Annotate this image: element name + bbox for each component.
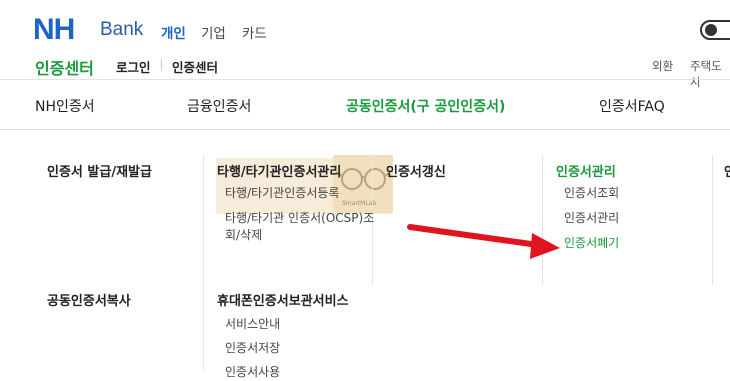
menu-phone-cert-storage[interactable]: 휴대폰인증서보관서비스 [217,290,349,309]
mode-toggle[interactable] [700,20,730,40]
menu-other-bank-ocsp-cont[interactable]: 회/삭제 [225,226,262,244]
menu-issue-reissue[interactable]: 인증서 발급/재발급 [47,161,152,180]
nav-business[interactable]: 기업 [201,22,226,42]
menu-other-bank-cert[interactable]: 타행/타기관인증서관리 [217,161,341,180]
tab-joint-cert[interactable]: 공동인증서(구 공인인증서) [346,96,505,116]
menu-cert-save[interactable]: 인증서저장 [225,339,280,357]
tabs-divider [0,129,730,130]
col-divider-1 [203,155,204,370]
menu-joint-cert-copy[interactable]: 공동인증서복사 [47,290,131,309]
util-housing[interactable]: 주택도시 [690,58,730,90]
nav-card[interactable]: 카드 [242,22,267,42]
red-arrow-annotation [407,224,560,259]
toggle-knob [705,24,717,36]
util-foreign-exchange[interactable]: 외환 [652,58,673,74]
menu-cert-renew[interactable]: 인증서갱신 [386,161,446,180]
tab-nh-cert[interactable]: NH인증서 [35,96,95,116]
menu-cert-manage[interactable]: 인증서관리 [556,161,616,180]
nav-personal[interactable]: 개인 [161,22,186,42]
col-divider-4 [712,155,713,285]
menu-service-guide[interactable]: 서비스안내 [225,315,280,333]
menu-other-bank-ocsp[interactable]: 타행/타기관 인증서(OCSP)조 [225,209,374,227]
subnav-divider [161,59,162,71]
login-link[interactable]: 로그인 [116,57,151,76]
bank-logo-text[interactable]: Bank [100,19,143,41]
page-title: 인증센터 [35,59,94,78]
header-divider [0,79,730,80]
menu-partial-col5[interactable]: 인 [724,161,730,180]
tab-financial-cert[interactable]: 금융인증서 [187,96,251,116]
menu-cert-revoke[interactable]: 인증서폐기 [564,234,619,252]
menu-cert-lookup[interactable]: 인증서조회 [564,184,619,202]
tab-cert-faq[interactable]: 인증서FAQ [599,96,665,116]
menu-other-bank-register[interactable]: 타행/타기관인증서등록 [225,184,339,202]
cert-center-link[interactable]: 인증센터 [172,57,218,76]
menu-cert-use[interactable]: 인증서사용 [225,363,280,381]
menu-cert-admin[interactable]: 인증서관리 [564,209,619,227]
nh-logo[interactable]: NH [33,13,75,47]
